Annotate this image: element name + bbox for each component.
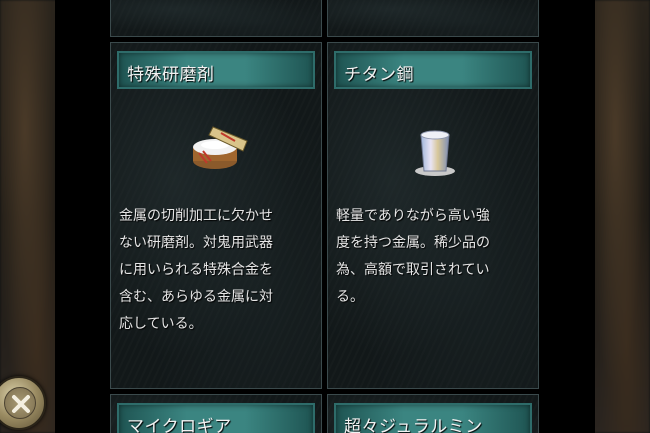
close-icon — [4, 387, 36, 419]
item-title-bar: チタン鋼 — [334, 51, 532, 89]
description-line: 度を持つ金属。稀少品の — [336, 235, 490, 251]
description-line: 金属の切削加工に欠かせ — [119, 208, 273, 224]
item-description: 金属の切削加工に欠かせ ない研磨剤。対鬼用武器 に用いられる特殊合金を 含む、あ… — [119, 203, 319, 338]
description-line: 含む、あらゆる金属に対 — [119, 289, 273, 305]
description-line: 為、高額で取引されてい — [336, 262, 490, 278]
item-name: マイクロギア — [127, 417, 232, 433]
description-line: に用いられる特殊合金を — [119, 262, 273, 278]
item-title-bar: マイクロギア — [117, 403, 315, 433]
item-list[interactable]: 特殊研磨剤 金属の切削加工に欠かせ ない研磨剤。対鬼用武器 に用いられる特殊合金… — [55, 0, 595, 433]
description-line: 軽量でありながら高い強 — [336, 208, 490, 224]
item-name: 特殊研磨剤 — [127, 65, 215, 85]
item-panel[interactable]: チタン鋼 軽量でありながら高い強 度を持つ金属。稀少品の 為、高額で取引されてい… — [327, 42, 539, 389]
description-line: ない研磨剤。対鬼用武器 — [119, 235, 273, 251]
item-panel-partial-top-left — [110, 0, 322, 37]
background-left — [0, 0, 62, 433]
item-panel[interactable]: 特殊研磨剤 金属の切削加工に欠かせ ない研磨剤。対鬼用武器 に用いられる特殊合金… — [110, 42, 322, 389]
item-title-bar: 特殊研磨剤 — [117, 51, 315, 89]
item-panel[interactable]: マイクロギア — [110, 394, 322, 433]
abrasive-box-icon — [193, 126, 248, 169]
item-panel-partial-top-right — [327, 0, 539, 37]
item-panel[interactable]: 超々ジュラルミン — [327, 394, 539, 433]
background-right — [592, 0, 650, 433]
titanium-ingot-icon — [415, 130, 455, 176]
description-line: る。 — [336, 289, 364, 305]
item-title-bar: 超々ジュラルミン — [334, 403, 532, 433]
close-icon-glyph — [12, 395, 30, 413]
description-line: 応している。 — [119, 316, 203, 332]
item-name: 超々ジュラルミン — [344, 417, 483, 433]
item-description: 軽量でありながら高い強 度を持つ金属。稀少品の 為、高額で取引されてい る。 — [336, 203, 536, 311]
item-name: チタン鋼 — [344, 65, 414, 85]
